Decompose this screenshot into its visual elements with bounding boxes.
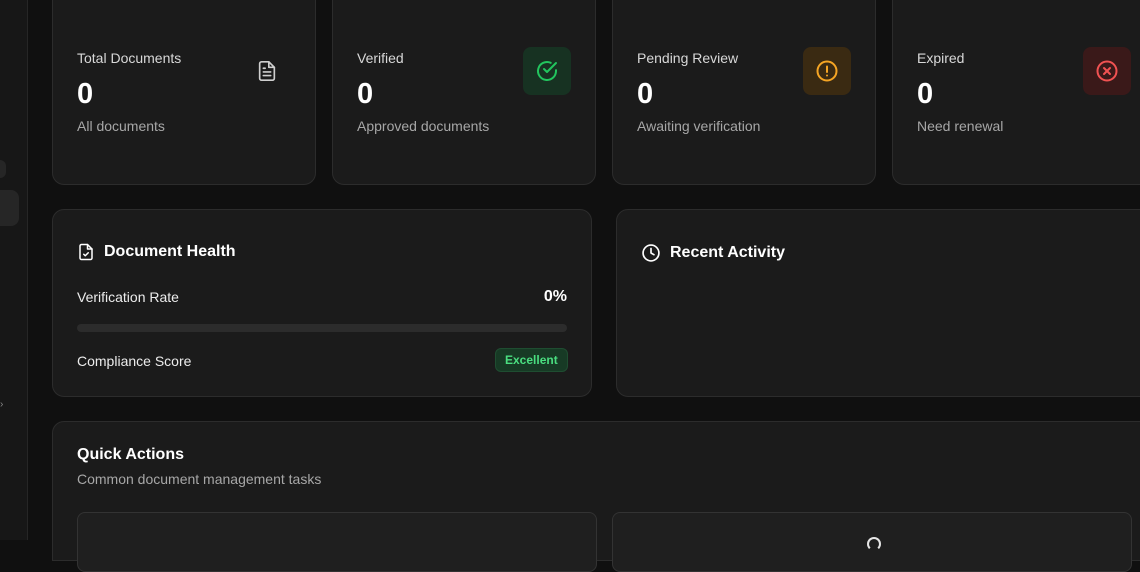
- stat-label: Expired: [917, 50, 965, 66]
- quick-action-button[interactable]: [612, 512, 1132, 572]
- chevron-right-icon[interactable]: ›: [0, 400, 4, 410]
- check-circle-icon: [523, 47, 571, 95]
- file-text-icon: [243, 47, 291, 95]
- compliance-status-badge: Excellent: [495, 348, 568, 372]
- verification-rate-value: 0%: [543, 288, 567, 305]
- stat-card-pending-review: Pending Review 0 Awaiting verification: [612, 0, 876, 185]
- stat-value: 0: [77, 78, 94, 110]
- quick-actions-card: Quick Actions Common document management…: [52, 421, 1140, 572]
- recent-activity-card: Recent Activity: [616, 209, 1140, 397]
- file-check-icon: [77, 243, 95, 261]
- quick-actions-title: Quick Actions: [77, 446, 184, 463]
- document-health-title: Document Health: [77, 243, 236, 261]
- stat-label: Pending Review: [637, 50, 739, 66]
- stat-label: Total Documents: [77, 50, 182, 66]
- compliance-score-label: Compliance Score: [77, 353, 192, 369]
- stat-value: 0: [917, 78, 934, 110]
- quick-action-button[interactable]: [77, 512, 597, 572]
- stat-card-verified: Verified 0 Approved documents: [332, 0, 596, 185]
- clock-icon: [641, 243, 661, 263]
- stat-card-expired: Expired 0 Need renewal: [892, 0, 1140, 185]
- stat-subtitle: Awaiting verification: [637, 118, 761, 134]
- stat-label: Verified: [357, 50, 404, 66]
- card-title-text: Document Health: [104, 243, 236, 260]
- sidebar: ›: [0, 0, 28, 540]
- stat-subtitle: Need renewal: [917, 118, 1004, 134]
- stat-value: 0: [357, 78, 374, 110]
- user-icon: [867, 537, 881, 551]
- sidebar-item[interactable]: [0, 160, 6, 178]
- verification-progress-bar: [77, 324, 567, 332]
- recent-activity-title: Recent Activity: [641, 243, 785, 263]
- sidebar-item-active[interactable]: [0, 190, 19, 226]
- document-health-card: Document Health Verification Rate 0% Com…: [52, 209, 592, 397]
- alert-circle-icon: [803, 47, 851, 95]
- stat-subtitle: Approved documents: [357, 118, 490, 134]
- card-title-text: Recent Activity: [670, 244, 785, 261]
- stat-subtitle: All documents: [77, 118, 165, 134]
- stat-card-total-documents: Total Documents 0 All documents: [52, 0, 316, 185]
- x-circle-icon: [1083, 47, 1131, 95]
- stat-value: 0: [637, 78, 654, 110]
- quick-actions-subtitle: Common document management tasks: [77, 471, 322, 487]
- verification-rate-label: Verification Rate: [77, 289, 179, 305]
